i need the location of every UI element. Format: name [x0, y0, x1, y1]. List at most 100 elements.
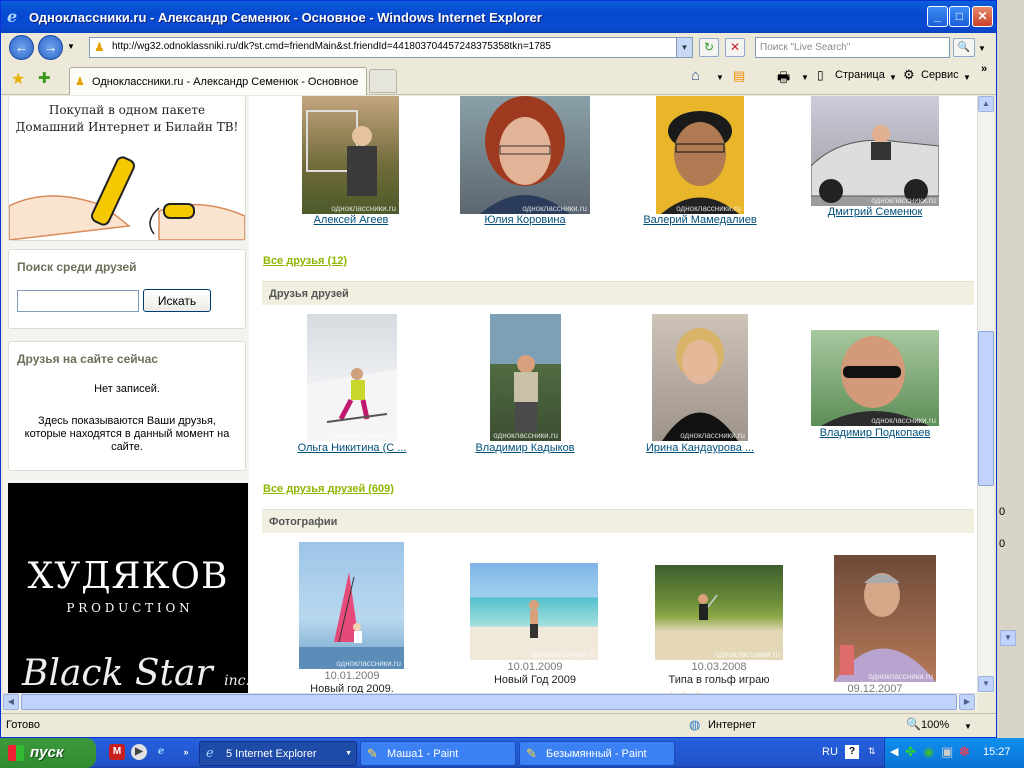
- fof-photo-art: [821, 336, 929, 426]
- scroll-up-icon[interactable]: ▲: [978, 96, 994, 112]
- media-player-icon[interactable]: ▶: [131, 744, 147, 760]
- ie-quicklaunch-icon[interactable]: e: [153, 744, 169, 760]
- tray-app-icon[interactable]: ◉: [923, 744, 934, 760]
- friend-search-input[interactable]: [17, 290, 139, 312]
- friend-photo[interactable]: одноклассники.ru: [656, 96, 744, 214]
- tab-odnoklassniki[interactable]: ♟ Одноклассники.ru - Александр Семенюк -…: [69, 67, 367, 95]
- history-dropdown-icon[interactable]: ▼: [67, 42, 75, 51]
- friend-search-button[interactable]: Искать: [143, 289, 211, 312]
- maximize-button[interactable]: □: [949, 6, 970, 27]
- friend-photo[interactable]: одноклассники.ru: [460, 96, 590, 214]
- search-options-icon[interactable]: ▼: [978, 44, 986, 53]
- ad-line-2: Домашний Интернет и Билайн ТВ!: [15, 120, 239, 134]
- back-button[interactable]: ←: [9, 35, 34, 60]
- print-icon[interactable]: 🖶: [777, 67, 790, 85]
- minimize-button[interactable]: _: [927, 6, 948, 27]
- add-favorites-icon[interactable]: ✚: [38, 69, 51, 87]
- vertical-scroll-thumb[interactable]: [978, 331, 994, 486]
- photo-date: 10.01.2009: [324, 670, 380, 682]
- tray-arrows-icon[interactable]: ⇅: [868, 746, 876, 757]
- khudyakov-banner[interactable]: ХУДЯКОВ P R O D U C T I O N Black Star i…: [8, 483, 250, 693]
- horizontal-scrollbar[interactable]: ◀ ▶: [3, 693, 977, 710]
- taskbar-ie-group[interactable]: e 5 Internet Explorer ▼: [199, 741, 357, 766]
- home-dropdown-icon[interactable]: ▼: [716, 73, 724, 91]
- album-photo[interactable]: одноклассники.ru: [470, 563, 598, 660]
- tools-menu[interactable]: Сервис: [921, 69, 959, 87]
- page-menu[interactable]: Страница: [835, 69, 885, 87]
- watermark: одноклассники.ru: [336, 659, 401, 668]
- title-bar[interactable]: e Одноклассники.ru - Александр Семенюк -…: [1, 1, 996, 33]
- new-tab-button[interactable]: [369, 69, 397, 93]
- feeds-icon[interactable]: ▤: [733, 68, 745, 86]
- scroll-left-icon[interactable]: ◀: [3, 694, 19, 710]
- address-row: ← → ▼ ♟ http://wg32.odnoklassniki.ru/dk?…: [1, 33, 996, 63]
- page-dropdown-icon[interactable]: ▼: [889, 73, 897, 91]
- language-indicator[interactable]: RU: [822, 746, 838, 758]
- fof-name[interactable]: Ирина Кандаурова ...: [646, 442, 754, 454]
- album-photo[interactable]: одноклассники.ru: [834, 555, 936, 682]
- fof-photo[interactable]: одноклассники.ru: [490, 314, 561, 441]
- friend-photo[interactable]: одноклассники.ru: [302, 96, 399, 214]
- start-button[interactable]: пуск: [0, 738, 96, 768]
- friend-photo-art: [811, 125, 939, 203]
- clock[interactable]: 15:27: [983, 746, 1011, 758]
- photo-caption[interactable]: Новый год 2009.: [310, 683, 394, 693]
- tray-expand-icon[interactable]: ◀: [890, 745, 898, 758]
- fof-name[interactable]: Владимир Кадыков: [475, 442, 574, 454]
- all-friends-of-friends-link[interactable]: Все друзья друзей (609): [263, 483, 394, 495]
- address-field[interactable]: ♟ http://wg32.odnoklassniki.ru/dk?st.cmd…: [89, 37, 693, 58]
- friend-name[interactable]: Дмитрий Семенюк: [828, 206, 923, 218]
- tray-security-icon[interactable]: ✽: [959, 744, 970, 760]
- refresh-button[interactable]: ↻: [699, 38, 719, 57]
- scroll-right-icon[interactable]: ▶: [959, 694, 975, 710]
- fof-photo[interactable]: одноклассники.ru: [811, 330, 939, 426]
- home-icon[interactable]: ⌂: [691, 67, 700, 85]
- print-dropdown-icon[interactable]: ▼: [801, 73, 809, 91]
- album-photo[interactable]: одноклассники.ru: [655, 565, 783, 660]
- search-go-button[interactable]: 🔍: [953, 38, 975, 57]
- beeline-ad[interactable]: Покупай в одном пакете Домашний Интернет…: [8, 96, 246, 241]
- fof-name[interactable]: Ольга Никитина (С ...: [298, 442, 407, 454]
- zoom-level[interactable]: 100%: [921, 719, 949, 731]
- address-dropdown-icon[interactable]: ▼: [676, 38, 692, 57]
- taskbar-paint-2[interactable]: ✎ Безымянный - Paint: [519, 741, 675, 766]
- taskbar-paint-1[interactable]: ✎ Маша1 - Paint: [360, 741, 516, 766]
- help-icon[interactable]: ?: [845, 745, 859, 759]
- fof-photo[interactable]: одноклассники.ru: [307, 314, 397, 441]
- forward-button[interactable]: →: [38, 35, 63, 60]
- more-tools-icon[interactable]: »: [981, 63, 987, 81]
- background-scroll-down-icon[interactable]: ▼: [1000, 630, 1016, 646]
- stop-button[interactable]: ✕: [725, 38, 745, 57]
- fof-photo[interactable]: одноклассники.ru: [652, 314, 748, 441]
- horizontal-scroll-thumb[interactable]: [21, 694, 957, 710]
- tray-clover-icon[interactable]: ✤: [905, 744, 916, 760]
- address-url: http://wg32.odnoklassniki.ru/dk?st.cmd=f…: [112, 41, 551, 52]
- ie-window: e Одноклассники.ru - Александр Семенюк -…: [0, 0, 997, 738]
- friend-name[interactable]: Валерий Мамедалиев: [643, 214, 756, 226]
- zoom-dropdown-icon[interactable]: ▼: [964, 722, 972, 731]
- ie-task-icon: e: [206, 746, 214, 761]
- vertical-scrollbar[interactable]: ▲ ▼: [977, 96, 994, 693]
- watermark: одноклассники.ru: [680, 431, 745, 440]
- fof-name[interactable]: Владимир Подкопаев: [820, 427, 931, 439]
- friend-name[interactable]: Алексей Агеев: [314, 214, 389, 226]
- photo-caption[interactable]: Типа в гольф играю: [669, 674, 770, 686]
- tray-network-icon[interactable]: ▣: [941, 744, 953, 760]
- left-column: Покупай в одном пакете Домашний Интернет…: [3, 96, 250, 693]
- scroll-down-icon[interactable]: ▼: [978, 676, 994, 692]
- album-photo[interactable]: одноклассники.ru: [299, 542, 404, 669]
- photo-caption[interactable]: Новый Год 2009: [494, 674, 576, 686]
- gear-icon: ⚙: [903, 67, 915, 82]
- mail-icon[interactable]: M: [109, 744, 125, 760]
- friend-name[interactable]: Юлия Коровина: [484, 214, 565, 226]
- group-dropdown-icon: ▼: [345, 750, 352, 757]
- all-friends-link[interactable]: Все друзья (12): [263, 255, 347, 267]
- favorites-star-icon[interactable]: ★: [11, 69, 25, 89]
- search-input[interactable]: Поиск "Live Search": [755, 37, 950, 58]
- friend-photo[interactable]: одноклассники.ru: [811, 96, 939, 206]
- zoom-icon[interactable]: 🔍: [906, 717, 921, 731]
- online-friends-box: Друзья на сайте сейчас Нет записей. Здес…: [8, 341, 246, 471]
- quicklaunch-more-icon[interactable]: »: [178, 744, 194, 760]
- close-button[interactable]: ✕: [972, 6, 993, 27]
- tools-dropdown-icon[interactable]: ▼: [963, 73, 971, 91]
